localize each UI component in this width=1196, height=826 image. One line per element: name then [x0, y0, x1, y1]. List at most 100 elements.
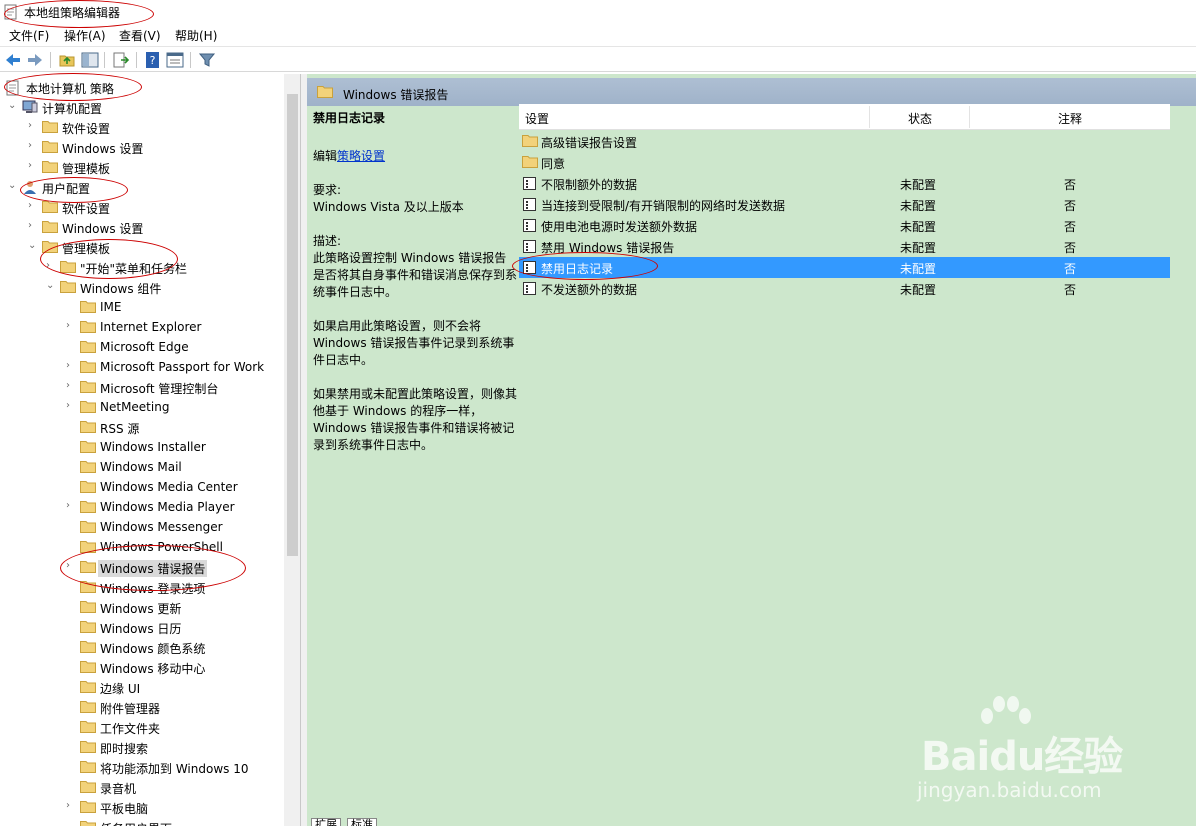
menu-file[interactable]: 文件(F)	[9, 27, 49, 44]
setting-row[interactable]: 使用电池电源时发送额外数据 未配置 否	[519, 215, 1170, 236]
tree-node[interactable]: Windows 移动中心	[0, 657, 284, 677]
tree-node[interactable]: 本地计算机 策略	[0, 77, 284, 97]
expand-arrow-icon[interactable]: ›	[66, 400, 76, 412]
folder-icon	[80, 560, 96, 574]
setting-row[interactable]: 高级错误报告设置	[519, 131, 1170, 152]
tree-node[interactable]: Windows 更新	[0, 597, 284, 617]
expand-arrow-icon[interactable]: ›	[66, 380, 76, 392]
tree-node[interactable]: IME	[0, 297, 284, 317]
edit-policy-link[interactable]: 策略设置	[337, 149, 385, 163]
view-tabs: 扩展 标准	[307, 816, 607, 826]
tree-scrollbar-thumb[interactable]	[287, 94, 298, 556]
tree-node[interactable]: Windows Mail	[0, 457, 284, 477]
expand-arrow-icon[interactable]: ›	[46, 260, 56, 272]
collapse-arrow-icon[interactable]: ⌄	[28, 240, 38, 252]
expand-arrow-icon[interactable]: ›	[66, 560, 76, 572]
up-folder-icon[interactable]	[58, 51, 76, 69]
expand-arrow-icon[interactable]: ›	[66, 320, 76, 332]
tree-node[interactable]: ⌄ 管理模板	[0, 237, 284, 257]
tree-node[interactable]: 录音机	[0, 777, 284, 797]
setting-row[interactable]: 不发送额外的数据 未配置 否	[519, 278, 1170, 299]
tree-node[interactable]: › NetMeeting	[0, 397, 284, 417]
tree-node[interactable]: › Windows 设置	[0, 137, 284, 157]
tree-node[interactable]: › 软件设置	[0, 197, 284, 217]
tree-node[interactable]: 将功能添加到 Windows 10	[0, 757, 284, 777]
tree-node[interactable]: 工作文件夹	[0, 717, 284, 737]
setting-row-selected[interactable]: 禁用日志记录 未配置 否	[519, 257, 1170, 278]
folder-icon	[80, 640, 96, 654]
tree-node[interactable]: ⌄ Windows 组件	[0, 277, 284, 297]
setting-row[interactable]: 禁用 Windows 错误报告 未配置 否	[519, 236, 1170, 257]
folder-icon	[80, 380, 96, 394]
tree-node[interactable]: Microsoft Edge	[0, 337, 284, 357]
tree-node[interactable]: Windows 日历	[0, 617, 284, 637]
expand-arrow-icon[interactable]: ›	[28, 160, 38, 172]
tree-node[interactable]: Windows Media Center	[0, 477, 284, 497]
column-setting[interactable]: 设置	[525, 110, 549, 127]
toolbar-separator	[136, 52, 137, 68]
tree-node[interactable]: Windows Messenger	[0, 517, 284, 537]
tree-node[interactable]: › Microsoft 管理控制台	[0, 377, 284, 397]
expand-arrow-icon[interactable]: ›	[28, 200, 38, 212]
filter-icon[interactable]	[198, 51, 216, 69]
column-comment[interactable]: 注释	[1058, 110, 1082, 127]
forward-arrow-icon[interactable]	[26, 51, 44, 69]
tree-node[interactable]: › "开始"菜单和任务栏	[0, 257, 284, 277]
tree-node[interactable]: Windows Installer	[0, 437, 284, 457]
expand-arrow-icon[interactable]: ›	[66, 800, 76, 812]
toolbar: ?	[0, 46, 1196, 72]
tree-node[interactable]: › Windows Media Player	[0, 497, 284, 517]
tree-node[interactable]: 任务用户界面	[0, 817, 284, 826]
tree-node[interactable]: › Windows 设置	[0, 217, 284, 237]
folder-icon	[80, 360, 96, 374]
tab-extended[interactable]: 扩展	[311, 818, 341, 826]
collapse-arrow-icon[interactable]: ⌄	[8, 100, 18, 112]
expand-arrow-icon[interactable]: ›	[66, 360, 76, 372]
column-divider[interactable]	[869, 106, 870, 128]
expand-arrow-icon[interactable]: ›	[28, 140, 38, 152]
tree-node-label: IME	[100, 300, 122, 314]
expand-arrow-icon[interactable]: ›	[28, 220, 38, 232]
tab-standard[interactable]: 标准	[347, 818, 377, 826]
tree-pane[interactable]: 本地计算机 策略 ⌄ 计算机配置 › 软件设置 › Windows 设置 › 管理模板 ⌄ 用户配置…	[0, 74, 301, 826]
tree-node[interactable]: Windows 颜色系统	[0, 637, 284, 657]
menu-view[interactable]: 查看(V)	[119, 27, 161, 44]
tree-node[interactable]: Windows 登录选项	[0, 577, 284, 597]
show-hide-tree-icon[interactable]	[81, 51, 99, 69]
tree-node[interactable]: › 管理模板	[0, 157, 284, 177]
tree-node[interactable]: › 平板电脑	[0, 797, 284, 817]
tree-node[interactable]: › Internet Explorer	[0, 317, 284, 337]
tree-node-selected[interactable]: › Windows 错误报告	[0, 557, 284, 577]
back-arrow-icon[interactable]	[4, 51, 22, 69]
setting-row[interactable]: 同意	[519, 152, 1170, 173]
collapse-arrow-icon[interactable]: ⌄	[46, 280, 56, 292]
setting-row[interactable]: 不限制额外的数据 未配置 否	[519, 173, 1170, 194]
tree-node-label: NetMeeting	[100, 400, 170, 414]
setting-comment: 否	[1064, 199, 1077, 213]
export-list-icon[interactable]	[112, 51, 130, 69]
help-icon[interactable]: ?	[144, 51, 162, 69]
tree-node[interactable]: 即时搜索	[0, 737, 284, 757]
column-divider[interactable]	[969, 106, 970, 128]
tree-node[interactable]: 边缘 UI	[0, 677, 284, 697]
tree-node[interactable]: ⌄ 计算机配置	[0, 97, 284, 117]
tree-node[interactable]: ⌄ 用户配置	[0, 177, 284, 197]
tree-node[interactable]: › 软件设置	[0, 117, 284, 137]
setting-row[interactable]: 当连接到受限制/有开销限制的网络时发送数据 未配置 否	[519, 194, 1170, 215]
expand-arrow-icon[interactable]: ›	[66, 500, 76, 512]
menu-action[interactable]: 操作(A)	[64, 27, 106, 44]
tree-node[interactable]: 附件管理器	[0, 697, 284, 717]
folder-icon	[522, 134, 538, 150]
tree-node[interactable]: Windows PowerShell	[0, 537, 284, 557]
tree-scrollbar[interactable]	[284, 74, 300, 826]
properties-icon[interactable]	[166, 51, 184, 69]
column-state[interactable]: 状态	[908, 110, 932, 127]
watermark-logo: Baidu经验	[921, 734, 1123, 780]
tree-node[interactable]: › Microsoft Passport for Work	[0, 357, 284, 377]
menu-help[interactable]: 帮助(H)	[175, 27, 217, 44]
tree-node[interactable]: RSS 源	[0, 417, 284, 437]
tree-node-label: 将功能添加到 Windows 10	[100, 762, 249, 776]
expand-arrow-icon[interactable]: ›	[28, 120, 38, 132]
collapse-arrow-icon[interactable]: ⌄	[8, 180, 18, 192]
setting-name: 同意	[541, 157, 566, 171]
